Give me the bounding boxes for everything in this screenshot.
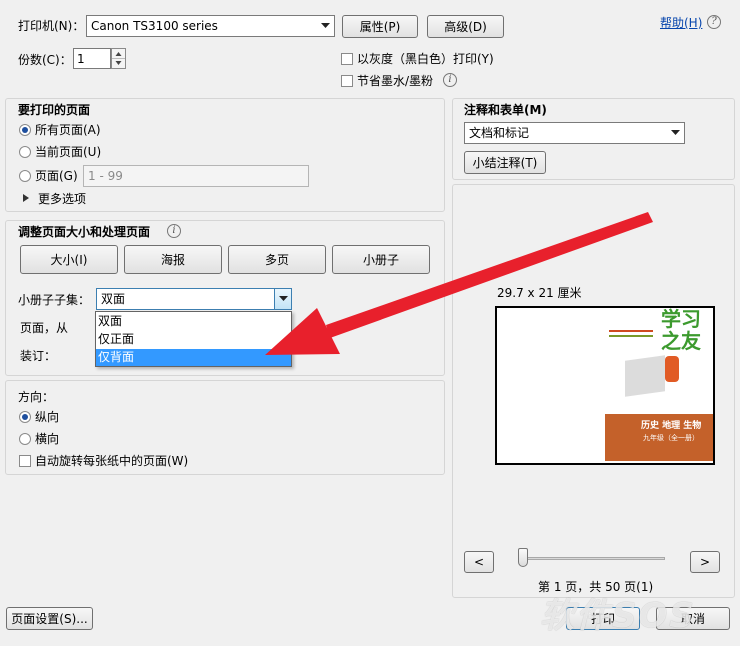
dropdown-option-duplex[interactable]: 双面 — [96, 313, 291, 330]
comments-select[interactable]: 文档和标记 — [464, 122, 685, 144]
tab-poster[interactable]: 海报 — [124, 245, 222, 274]
dropdown-option-front-only[interactable]: 仅正面 — [96, 331, 291, 348]
page-setup-button[interactable]: 页面设置(S)... — [6, 607, 93, 630]
printer-select[interactable]: Canon TS3100 series — [86, 15, 335, 37]
booklet-subset-dropdown: 双面 仅正面 仅背面 — [95, 311, 292, 367]
landscape-label: 横向 — [35, 432, 60, 446]
page-slider-track[interactable] — [519, 557, 665, 560]
pages-from-label: 页面，从 — [20, 321, 69, 335]
auto-rotate-checkbox[interactable] — [19, 455, 31, 467]
cover-band: 历史 地理 生物 九年级（全一册） — [605, 414, 713, 461]
more-options-link[interactable]: 更多选项 — [38, 191, 86, 207]
portrait-radio[interactable] — [19, 411, 31, 423]
cover-line — [609, 330, 653, 332]
save-ink-checkbox[interactable] — [341, 75, 353, 87]
current-page-radio[interactable] — [19, 146, 31, 158]
tab-booklet[interactable]: 小册子 — [332, 245, 430, 274]
cancel-button[interactable]: 取消 — [656, 607, 730, 630]
expand-triangle-icon[interactable] — [23, 194, 29, 202]
page-preview: 学习 之友 历史 地理 生物 九年级（全一册） — [495, 306, 715, 465]
chevron-down-icon — [667, 123, 684, 143]
orientation-title: 方向： — [18, 390, 55, 404]
printer-select-value: Canon TS3100 series — [91, 19, 218, 33]
info-icon[interactable]: i — [167, 224, 181, 238]
booklet-subset-select[interactable]: 双面 — [96, 288, 292, 310]
cover-subtitle: 历史 地理 生物 — [641, 421, 702, 431]
page-range-input[interactable]: 1 - 99 — [83, 165, 309, 187]
summarize-comments-button[interactable]: 小结注释(T) — [464, 151, 546, 174]
page-range-radio[interactable] — [19, 170, 31, 182]
comments-title: 注释和表单(M) — [464, 103, 547, 117]
help-icon[interactable]: ? — [707, 15, 721, 29]
book-illustration — [625, 355, 665, 397]
page-range-placeholder: 1 - 99 — [88, 169, 123, 183]
tab-multiple[interactable]: 多页 — [228, 245, 326, 274]
pages-to-print-title: 要打印的页面 — [18, 103, 91, 117]
auto-rotate-label: 自动旋转每张纸中的页面(W) — [35, 454, 189, 468]
advanced-button[interactable]: 高级(D) — [427, 15, 504, 38]
prev-page-button[interactable]: < — [464, 551, 494, 573]
all-pages-radio[interactable] — [19, 124, 31, 136]
cover-line — [609, 335, 653, 337]
book-cover: 学习 之友 历史 地理 生物 九年级（全一册） — [605, 308, 713, 463]
current-page-label: 当前页面(U) — [35, 145, 102, 159]
help-link[interactable]: 帮助(H) — [660, 15, 702, 31]
page-range-label: 页面(G) — [35, 169, 78, 183]
chevron-down-icon — [274, 289, 291, 309]
dropdown-option-back-only[interactable]: 仅背面 — [96, 349, 291, 366]
properties-button[interactable]: 属性(P) — [342, 15, 418, 38]
portrait-label: 纵向 — [35, 410, 60, 424]
copies-input[interactable]: 1 — [73, 48, 111, 69]
booklet-subset-value: 双面 — [101, 292, 126, 306]
copies-value: 1 — [77, 52, 85, 66]
print-button[interactable]: 打印 — [566, 607, 640, 630]
grayscale-label: 以灰度（黑白色）打印(Y) — [357, 52, 494, 66]
comments-select-value: 文档和标记 — [469, 126, 530, 140]
booklet-subset-label: 小册子子集： — [18, 293, 91, 307]
figure-illustration — [665, 356, 679, 382]
copies-spinner[interactable] — [111, 48, 126, 69]
all-pages-label: 所有页面(A) — [35, 123, 101, 137]
chevron-down-icon — [317, 16, 334, 36]
page-status: 第 1 页，共 50 页(1) — [538, 580, 654, 594]
cover-grade: 九年级（全一册） — [643, 434, 699, 442]
copies-label: 份数(C)： — [18, 53, 72, 67]
binding-label: 装订： — [20, 349, 57, 363]
page-sizing-title: 调整页面大小和处理页面 — [18, 225, 151, 239]
grayscale-checkbox[interactable] — [341, 53, 353, 65]
printer-label: 打印机(N)： — [18, 19, 85, 33]
paper-size-label: 29.7 x 21 厘米 — [497, 286, 582, 300]
info-icon[interactable]: i — [443, 73, 457, 87]
cover-logo-line2: 之友 — [661, 329, 701, 353]
landscape-radio[interactable] — [19, 433, 31, 445]
cover-logo-line1: 学习 — [661, 307, 701, 331]
save-ink-label: 节省墨水/墨粉 — [357, 74, 434, 88]
next-page-button[interactable]: > — [690, 551, 720, 573]
tab-size[interactable]: 大小(I) — [20, 245, 118, 274]
page-slider-thumb[interactable] — [518, 548, 528, 567]
